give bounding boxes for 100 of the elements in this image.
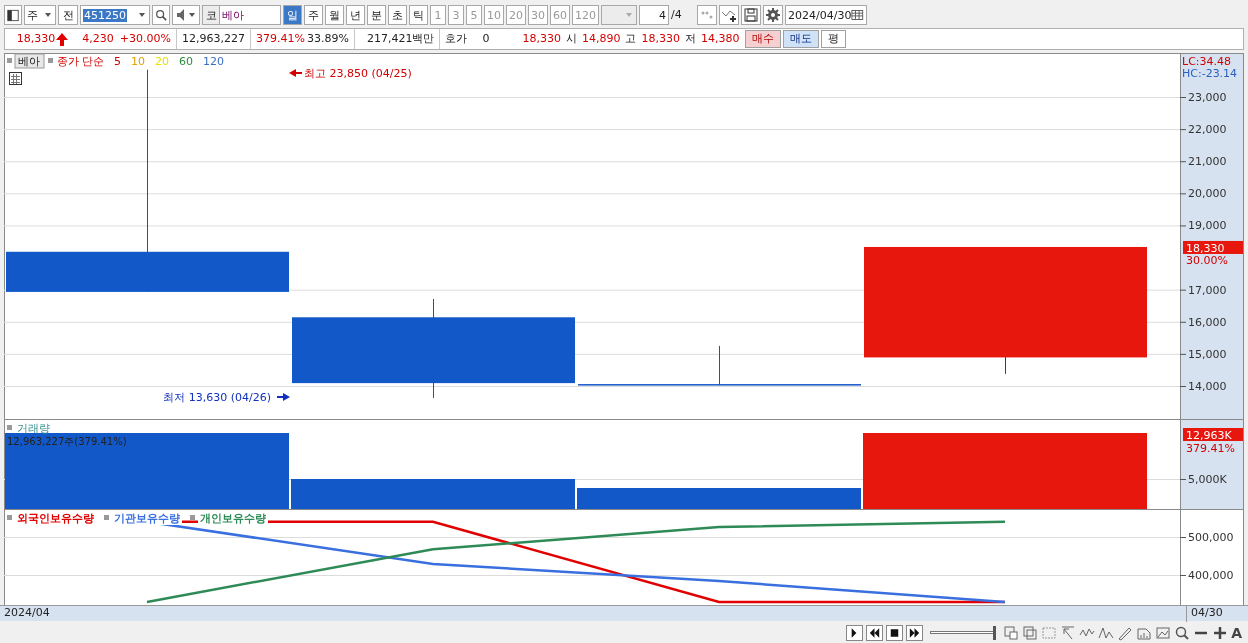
axis-label: 21,000 — [1188, 155, 1227, 169]
volume-title: 거래량 — [17, 422, 50, 435]
moving-average-label: 120 — [203, 55, 224, 68]
name-field[interactable]: 베아 — [219, 5, 281, 25]
period-tab[interactable]: 년 — [346, 5, 365, 25]
axis-label: 400,000 — [1188, 569, 1234, 582]
legend-text: 개인보유수량 — [200, 512, 266, 525]
period-tab[interactable]: 주 — [304, 5, 323, 25]
date-label: 2024/04 — [4, 605, 50, 622]
search-icon — [155, 8, 167, 22]
market-dropdown[interactable]: 주 — [24, 5, 56, 25]
window-icon[interactable] — [1003, 625, 1020, 641]
arrow-icon — [289, 69, 302, 77]
candle-wick — [719, 345, 720, 386]
date-label: 04/30 — [1186, 605, 1244, 622]
period-tab[interactable]: 초 — [388, 5, 407, 25]
legend-marker-icon — [7, 515, 12, 520]
volume-ratio-text: 379.41% — [256, 30, 305, 47]
period-tab[interactable]: 틱 — [409, 5, 428, 25]
plus-icon[interactable] — [1212, 625, 1229, 641]
calendar-icon[interactable] — [851, 8, 864, 22]
axis-label: 20,000 — [1188, 187, 1227, 201]
cursor-icon[interactable] — [1060, 625, 1077, 641]
zoom-slider[interactable] — [930, 626, 997, 640]
toolbar-button[interactable] — [763, 5, 783, 25]
sell-button[interactable]: 매도 — [783, 30, 820, 48]
moving-average-label: 10 — [131, 55, 145, 68]
search-icon[interactable] — [1174, 625, 1191, 641]
search-button[interactable] — [152, 5, 170, 25]
settings-icon — [765, 7, 781, 23]
label-text: 시 — [565, 30, 577, 47]
pen-icon[interactable] — [1117, 625, 1134, 641]
up-arrow-icon — [56, 32, 69, 46]
playback-button[interactable] — [866, 625, 884, 641]
legend-marker-icon — [48, 58, 53, 63]
layout-icon — [7, 7, 19, 23]
playback-button[interactable] — [846, 625, 864, 641]
playback-button[interactable] — [886, 625, 904, 641]
moving-average-label: 20 — [155, 55, 169, 68]
page-total: /4 — [671, 6, 683, 23]
axis-label: 14,000 — [1188, 380, 1227, 393]
speaker-icon — [175, 7, 187, 23]
font-button[interactable]: A — [1231, 622, 1242, 643]
volume-tag: 12,963K — [1183, 428, 1243, 442]
axis-label: 19,000 — [1188, 219, 1227, 233]
arrow-icon — [277, 393, 290, 401]
axis-label: 17,000 — [1188, 283, 1227, 297]
exchange-label: 코 — [202, 5, 220, 25]
label-text: 고 — [625, 30, 637, 47]
lc-text: LC:34.48 — [1182, 55, 1231, 68]
legend-marker-icon — [7, 425, 12, 430]
buy-button[interactable]: 매수 — [745, 30, 782, 48]
low-price-note: 최저 13,630 (04/26) — [163, 391, 271, 404]
axis-label: 22,000 — [1188, 123, 1227, 137]
legend-marker-icon — [190, 515, 195, 520]
moving-average-label: 60 — [179, 55, 193, 68]
change-rate-text: +30.00% — [119, 30, 171, 47]
amount-text: 217,421백만 — [366, 30, 435, 47]
rate-text: 30.00% — [1186, 253, 1228, 267]
chart-icon[interactable] — [1136, 625, 1153, 641]
name-button[interactable]: 베아 — [14, 53, 45, 69]
table-icon[interactable] — [9, 72, 22, 85]
legend-marker-icon — [7, 58, 12, 63]
price-text: 18,330 — [522, 30, 561, 47]
label-text: 저 — [684, 30, 696, 47]
date-field[interactable]: 2024/04/30 — [785, 5, 867, 25]
price-text: 14,380 — [700, 30, 740, 47]
volume-info: 12,963,227주(379.41%) — [7, 436, 127, 447]
overlap-icon[interactable] — [1022, 625, 1039, 641]
sound-button[interactable] — [172, 5, 200, 25]
playback-button[interactable] — [906, 625, 924, 641]
axis-label: 5,000K — [1188, 473, 1227, 486]
axis-label: 23,000 — [1188, 91, 1227, 104]
price-text: 18,330 — [16, 30, 56, 47]
turnover-text: 33.89% — [306, 30, 349, 47]
peak-icon[interactable] — [1098, 625, 1115, 641]
period-tab[interactable]: 분 — [367, 5, 386, 25]
price-text: 14,890 — [581, 30, 621, 47]
axis-label: 16,000 — [1188, 315, 1227, 329]
moving-average-label: 5 — [114, 55, 121, 68]
average-button[interactable]: 평 — [821, 30, 847, 48]
legend-text: 외국인보유수량 — [17, 512, 94, 525]
legend-text: 종가 단순 — [57, 55, 105, 68]
page-field[interactable]: 4 — [639, 5, 669, 25]
toolbar-button[interactable] — [741, 5, 761, 25]
axis-label: 15,000 — [1188, 347, 1227, 361]
hc-text: HC:-23.14 — [1182, 67, 1238, 80]
image-icon[interactable] — [1155, 625, 1172, 641]
code-field[interactable]: 451250 — [80, 5, 150, 25]
price-text: 18,330 — [641, 30, 680, 47]
label-text: 호가 — [445, 30, 468, 47]
save-icon — [743, 7, 759, 23]
period-tab[interactable]: 일 — [283, 5, 302, 25]
high-price-note: 최고 23,850 (04/25) — [304, 67, 412, 80]
period-tab[interactable]: 월 — [325, 5, 344, 25]
rate-text: 379.41% — [1186, 442, 1235, 455]
change-text: 4,230 — [82, 30, 114, 47]
toolbar-button[interactable] — [719, 5, 739, 25]
layout-button[interactable] — [4, 5, 22, 25]
prev-button[interactable]: 전 — [58, 5, 78, 25]
